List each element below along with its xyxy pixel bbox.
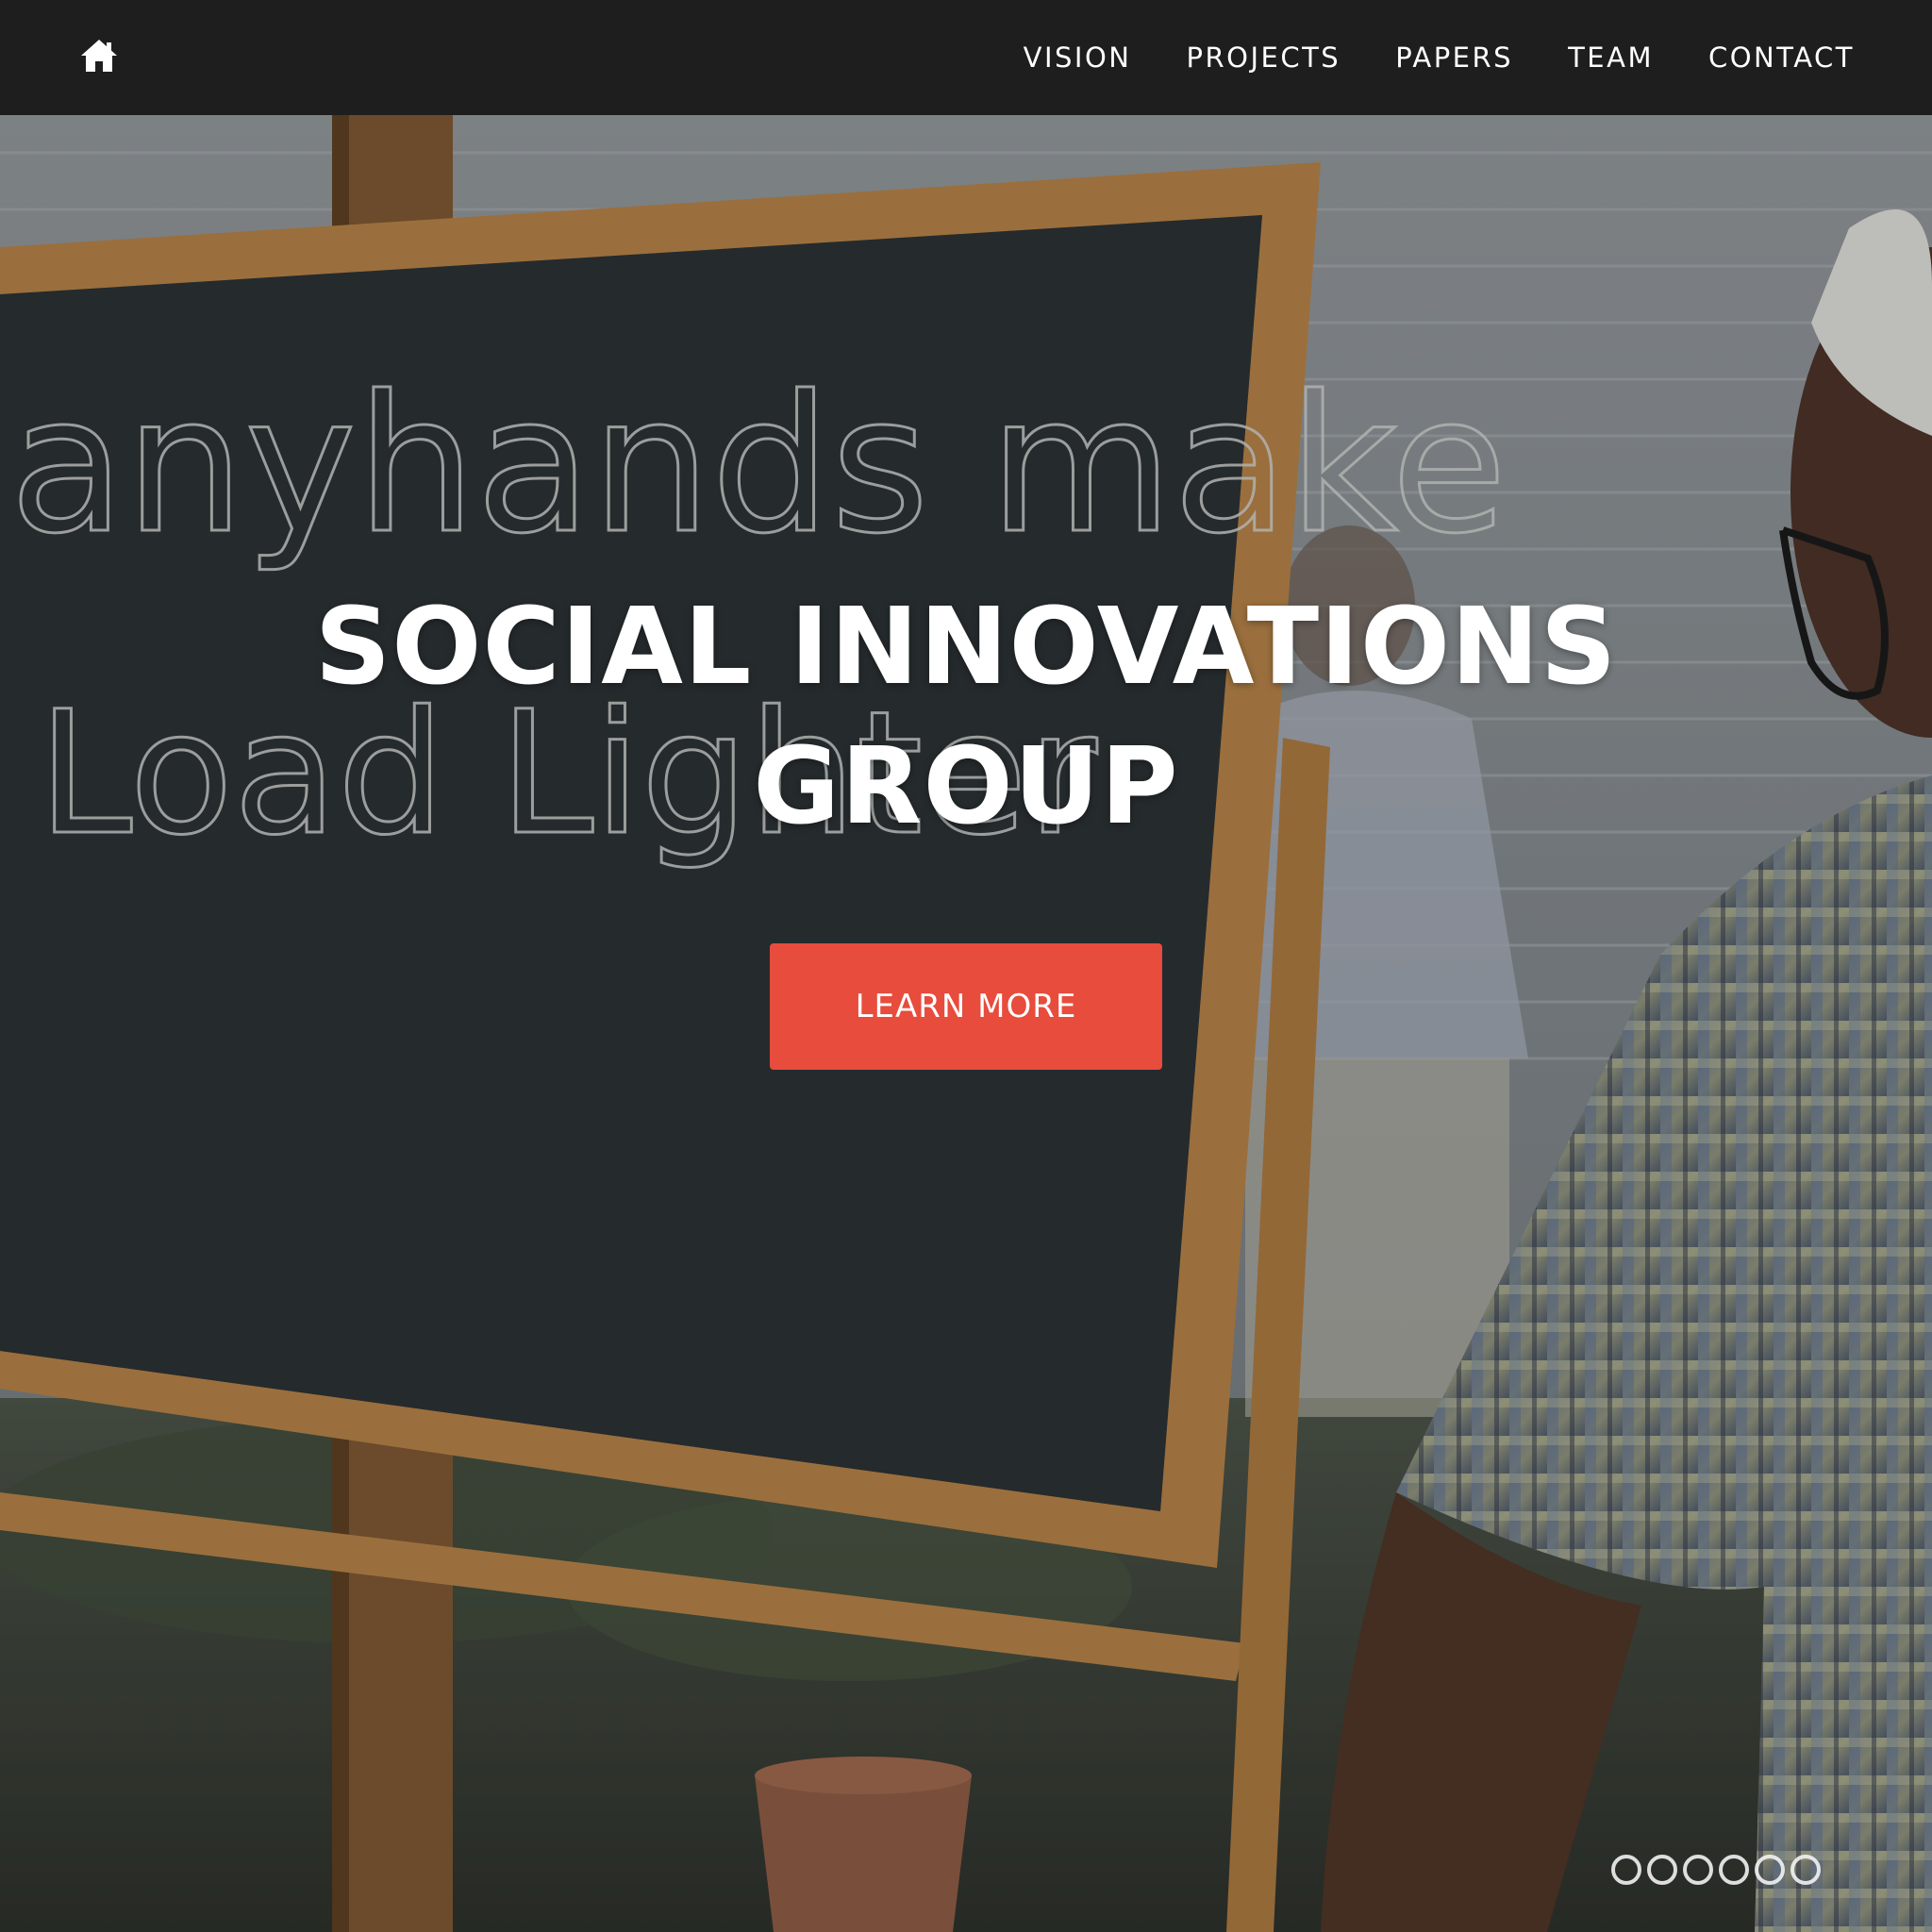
nav-link-team[interactable]: TEAM — [1568, 42, 1654, 74]
nav-link-vision[interactable]: VISION — [1024, 42, 1132, 74]
hero-section: anyhands make Load Lighter SOCIAL INNOVA… — [0, 115, 1932, 1932]
learn-more-button[interactable]: LEARN MORE — [770, 943, 1162, 1070]
carousel-dot-1[interactable] — [1611, 1855, 1641, 1885]
carousel-indicators — [1611, 1855, 1826, 1885]
hero-title: SOCIAL INNOVATIONS GROUP — [211, 577, 1721, 857]
nav-link-papers[interactable]: PAPERS — [1395, 42, 1513, 74]
carousel-dot-4[interactable] — [1719, 1855, 1749, 1885]
nav-link-contact[interactable]: CONTACT — [1708, 42, 1855, 74]
carousel-dot-3[interactable] — [1683, 1855, 1713, 1885]
carousel-dot-6[interactable] — [1790, 1855, 1821, 1885]
home-icon[interactable] — [79, 38, 119, 74]
carousel-dot-2[interactable] — [1647, 1855, 1677, 1885]
nav-link-projects[interactable]: PROJECTS — [1187, 42, 1341, 74]
carousel-dot-5[interactable] — [1755, 1855, 1785, 1885]
nav-links: VISION PROJECTS PAPERS TEAM CONTACT — [969, 0, 1855, 115]
hero-title-line-1: SOCIAL INNOVATIONS — [314, 586, 1618, 708]
hero-title-line-2: GROUP — [753, 725, 1179, 848]
top-navbar: VISION PROJECTS PAPERS TEAM CONTACT — [0, 0, 1932, 115]
